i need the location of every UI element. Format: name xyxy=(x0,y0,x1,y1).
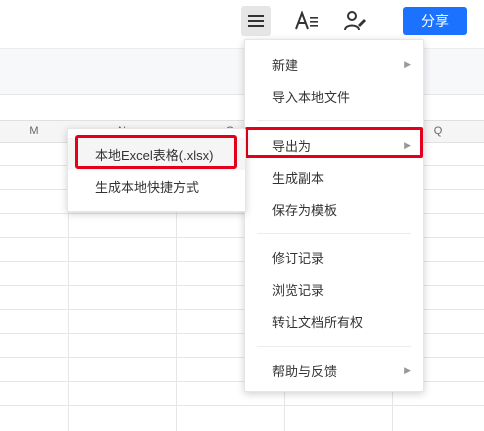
menu-item-label: 导出为 xyxy=(272,138,312,154)
menu-item-label: 修订记录 xyxy=(272,250,325,266)
menu-item-transfer-ownership[interactable]: 转让文档所有权 xyxy=(245,305,423,337)
menu-item-label: 帮助与反馈 xyxy=(272,363,338,379)
menu-item-label: 转让文档所有权 xyxy=(272,314,364,330)
menu-item-make-copy[interactable]: 生成副本 xyxy=(245,161,423,193)
chevron-right-icon: ▶ xyxy=(404,58,411,69)
menu-button[interactable] xyxy=(241,6,271,36)
column-header[interactable]: M xyxy=(0,121,68,142)
menu-item-label: 生成副本 xyxy=(272,170,325,186)
menu-item-label: 新建 xyxy=(272,57,299,73)
menu-item-label: 浏览记录 xyxy=(272,282,325,298)
submenu-item-label: 生成本地快捷方式 xyxy=(95,179,200,195)
menu-item-import-local-file[interactable]: 导入本地文件 xyxy=(245,80,423,112)
file-menu-dropdown: 新建 ▶ 导入本地文件 导出为 ▶ 生成副本 保存为模板 修订记录 浏览记录 转… xyxy=(244,39,424,392)
user-edit-icon xyxy=(344,11,366,31)
menu-item-save-as-template[interactable]: 保存为模板 xyxy=(245,193,423,225)
submenu-item-create-shortcut[interactable]: 生成本地快捷方式 xyxy=(68,170,245,202)
menu-item-help-feedback[interactable]: 帮助与反馈 ▶ xyxy=(245,354,423,386)
collaborator-button[interactable] xyxy=(342,9,368,33)
export-submenu: 本地Excel表格(.xlsx) 生成本地快捷方式 xyxy=(67,128,246,212)
menu-item-label: 导入本地文件 xyxy=(272,89,351,105)
menu-item-revision-history[interactable]: 修订记录 xyxy=(245,241,423,273)
share-button[interactable]: 分享 xyxy=(403,7,467,35)
menu-item-label: 保存为模板 xyxy=(272,202,338,218)
chevron-right-icon: ▶ xyxy=(404,139,411,150)
top-toolbar: 分享 xyxy=(0,0,484,42)
font-format-icon xyxy=(295,11,318,30)
submenu-item-export-xlsx[interactable]: 本地Excel表格(.xlsx) xyxy=(68,138,245,170)
chevron-right-icon: ▶ xyxy=(404,364,411,375)
font-format-button[interactable] xyxy=(293,9,321,33)
menu-icon xyxy=(248,15,264,27)
menu-item-new[interactable]: 新建 ▶ xyxy=(245,48,423,80)
menu-item-view-history[interactable]: 浏览记录 xyxy=(245,273,423,305)
menu-item-export-as[interactable]: 导出为 ▶ xyxy=(245,129,423,161)
submenu-item-label: 本地Excel表格(.xlsx) xyxy=(95,147,214,163)
